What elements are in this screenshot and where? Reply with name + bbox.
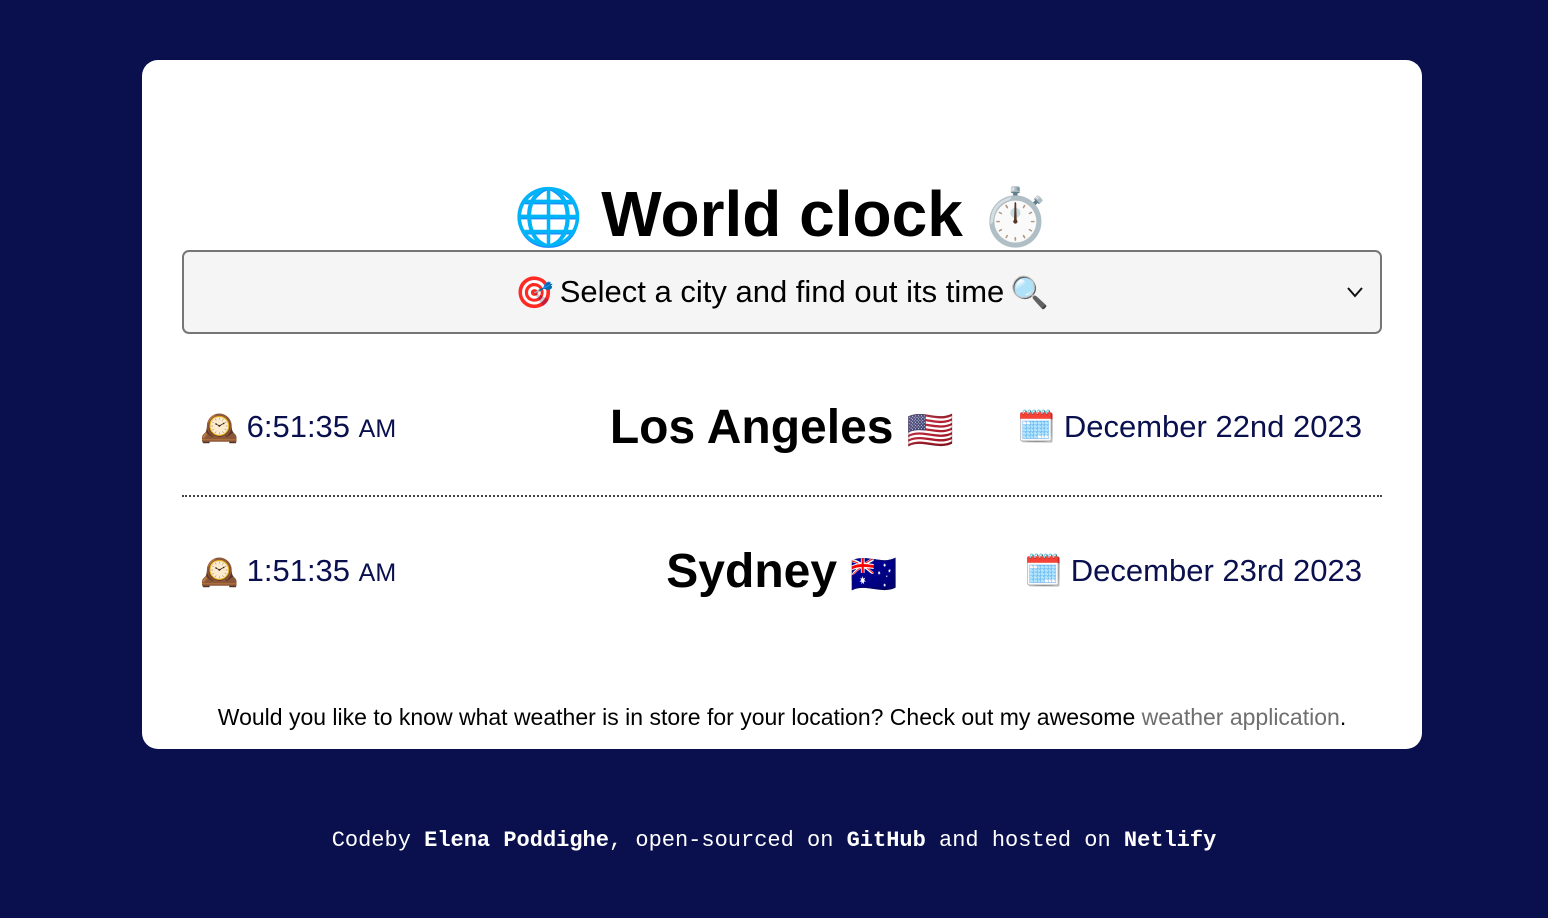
city-date: 🗓️ December 22nd 2023 [1017,409,1362,445]
date-value: December 22nd 2023 [1063,409,1362,444]
city-row-sydney: 🕰️ 1:51:35 AM Sydney 🇦🇺 🗓️ December 23rd… [182,547,1382,653]
page-title: 🌐 World clock ⏱️ [142,182,1422,246]
globe-icon: 🌐 [513,185,584,250]
calendar-icon: 🗓️ [1024,553,1063,589]
au-flag-icon: 🇦🇺 [850,552,898,596]
city-select[interactable]: 🎯 Select a city and find out its time 🔍 [182,250,1382,334]
promo-end: . [1339,704,1347,730]
promo-text: Would you like to know what weather is i… [217,704,1142,730]
weather-app-link[interactable]: weather application [1142,704,1340,730]
city-name-text: Los Angeles [609,401,894,454]
page-title-text: World clock [601,178,963,250]
netlify-link[interactable]: Netlify [1124,828,1216,853]
author-link[interactable]: Elena Poddighe [424,828,609,853]
city-name-text: Sydney [666,545,838,598]
footer-prefix: Codeby [331,828,425,853]
footer-text: , open-sourced on [608,828,847,853]
target-icon: 🎯 [515,274,554,311]
stopwatch-icon: ⏱️ [980,185,1051,250]
footer-text: and hosted on [925,828,1124,853]
date-value: December 23rd 2023 [1070,553,1362,588]
world-clock-card: 🌐 World clock ⏱️ 🎯 Select a city and fin… [142,60,1422,749]
calendar-icon: 🗓️ [1017,409,1056,445]
city-row-los-angeles: 🕰️ 6:51:35 AM Los Angeles 🇺🇸 🗓️ December… [182,403,1382,509]
chevron-down-icon [1347,287,1363,298]
github-link[interactable]: GitHub [847,828,926,853]
city-date: 🗓️ December 23rd 2023 [1024,553,1362,589]
weather-promo: Would you like to know what weather is i… [142,704,1422,731]
magnifier-icon: 🔍 [1010,274,1049,311]
row-divider [182,495,1382,497]
us-flag-icon: 🇺🇸 [906,408,955,452]
city-select-value: Select a city and find out its time [559,274,1005,309]
footer: Codeby Elena Poddighe, open-sourced on G… [0,828,1548,853]
